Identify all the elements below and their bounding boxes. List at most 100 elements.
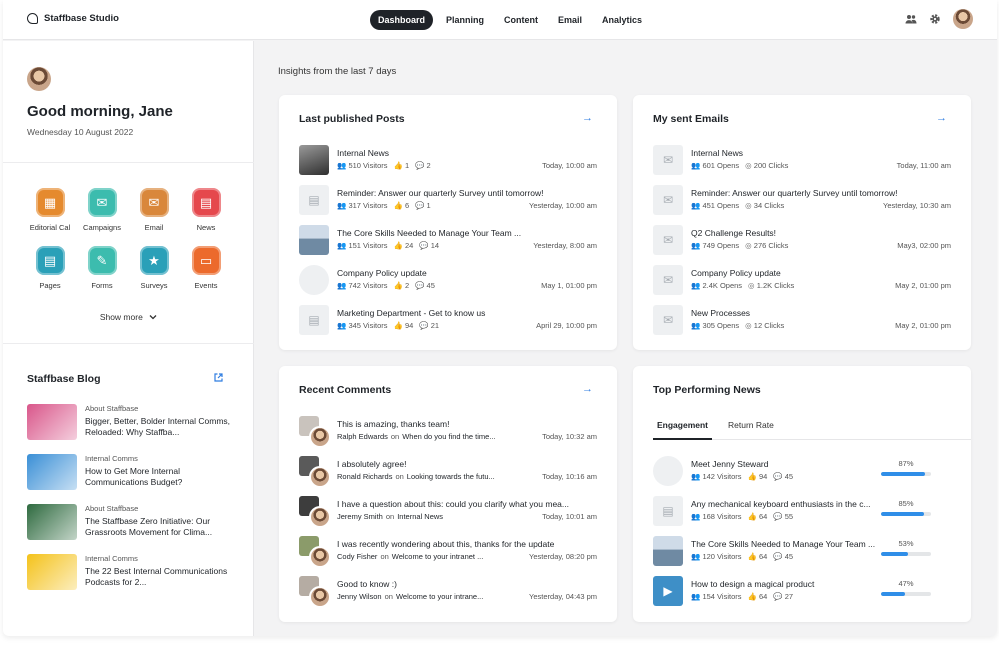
blog-category: Internal Comms <box>85 554 138 563</box>
blog-item[interactable]: About Staffbase Bigger, Better, Bolder I… <box>27 404 237 454</box>
visitors-count: 168 Visitors <box>702 512 742 521</box>
post-time: Yesterday, 10:00 am <box>529 201 597 210</box>
post-row[interactable]: Internal News 👥 510 Visitors 👍 1 💬 2 Tod… <box>299 145 597 185</box>
post-time: April 29, 10:00 pm <box>536 321 597 330</box>
comment-text: I have a question about this: could you … <box>337 499 569 509</box>
news-row[interactable]: ▤ Any mechanical keyboard enthusiasts in… <box>653 496 951 536</box>
nav-content[interactable]: Content <box>497 10 545 30</box>
opens-count: 451 Opens <box>702 201 740 210</box>
arrow-right-icon[interactable]: → <box>582 383 593 395</box>
email-time: May3, 02:00 pm <box>897 241 951 250</box>
post-title: Marketing Department - Get to know us <box>337 308 486 318</box>
blog-item[interactable]: Internal Comms How to Get More Internal … <box>27 454 237 504</box>
app-icon: ▦ <box>35 188 65 217</box>
user-avatar[interactable] <box>953 9 973 29</box>
blog-item-title: How to Get More Internal Communications … <box>85 466 183 487</box>
post-time: May 1, 01:00 pm <box>541 281 597 290</box>
tab-engagement[interactable]: Engagement <box>653 418 713 440</box>
app-icon: ▭ <box>191 246 221 275</box>
nav-analytics[interactable]: Analytics <box>595 10 649 30</box>
app-tile[interactable]: ★ Surveys <box>128 246 180 290</box>
app-tile[interactable]: ✉ Campaigns <box>76 188 128 232</box>
app-tile[interactable]: ✉ Email <box>128 188 180 232</box>
comment-row[interactable]: I have a question about this: could you … <box>299 496 597 536</box>
arrow-right-icon[interactable]: → <box>582 112 593 124</box>
post-thumbnail <box>299 225 329 255</box>
email-row[interactable]: ✉ Internal News 👥 601 Opens ◎ 200 Clicks… <box>653 145 951 185</box>
post-row[interactable]: ▤ Reminder: Answer our quarterly Survey … <box>299 185 597 225</box>
nav-planning[interactable]: Planning <box>439 10 491 30</box>
tab-return-rate[interactable]: Return Rate <box>724 418 778 440</box>
gear-icon[interactable] <box>929 13 941 25</box>
show-more-button[interactable]: Show more <box>3 312 254 322</box>
post-row[interactable]: ▤ Marketing Department - Get to know us … <box>299 305 597 345</box>
app-icon: ★ <box>139 246 169 275</box>
post-stats: 👥 742 Visitors 👍 2 💬 45 <box>337 281 435 290</box>
arrow-right-icon[interactable]: → <box>936 112 947 124</box>
comment-byline: Jeremy Smith on Internal News <box>337 512 443 521</box>
email-title: Company Policy update <box>691 268 781 278</box>
comment-row[interactable]: This is amazing, thanks team! Ralph Edwa… <box>299 416 597 456</box>
visitors-icon: 👥 <box>337 161 347 170</box>
email-row[interactable]: ✉ Reminder: Answer our quarterly Survey … <box>653 185 951 225</box>
blog-item-title: The Staffbase Zero Initiative: Our Grass… <box>85 516 213 537</box>
emails-list: ✉ Internal News 👥 601 Opens ◎ 200 Clicks… <box>653 145 951 345</box>
app-icon: ✉ <box>87 188 117 217</box>
engagement-bar <box>881 472 931 476</box>
click-icon: ◎ <box>745 241 752 250</box>
comment-on: on <box>390 432 400 441</box>
comment-icon: 💬 <box>773 512 783 521</box>
app-tile[interactable]: ▦ Editorial Cal <box>24 188 76 232</box>
envelope-icon: ✉ <box>653 265 683 295</box>
comment-avatars <box>299 536 331 568</box>
blog-item[interactable]: Internal Comms The 22 Best Internal Comm… <box>27 554 237 604</box>
blog-thumbnail <box>27 504 77 540</box>
email-time: Today, 11:00 am <box>896 161 951 170</box>
comment-on: on <box>384 592 393 601</box>
blog-thumbnail <box>27 554 77 590</box>
envelope-icon: ✉ <box>653 145 683 175</box>
external-link-icon[interactable] <box>214 373 223 385</box>
visitors-icon: 👥 <box>691 592 701 601</box>
email-row[interactable]: ✉ Company Policy update 👥 2.4K Opens ◎ 1… <box>653 265 951 305</box>
comment-row[interactable]: Good to know :) Jenny Wilson on Welcome … <box>299 576 597 616</box>
app-tile[interactable]: ▤ Pages <box>24 246 76 290</box>
post-row[interactable]: Company Policy update 👥 742 Visitors 👍 2… <box>299 265 597 305</box>
app-tile[interactable]: ▤ News <box>180 188 232 232</box>
email-row[interactable]: ✉ New Processes 👥 305 Opens ◎ 12 Clicks … <box>653 305 951 345</box>
email-title: Q2 Challenge Results! <box>691 228 777 238</box>
likes-count: 94 <box>758 472 768 481</box>
clicks-count: 1.2K Clicks <box>756 281 795 290</box>
app-tile[interactable]: ▭ Events <box>180 246 232 290</box>
news-row[interactable]: Meet Jenny Steward 👥 142 Visitors 👍 94 💬… <box>653 456 951 496</box>
comment-row[interactable]: I was recently wondering about this, tha… <box>299 536 597 576</box>
nav-dashboard[interactable]: Dashboard <box>370 10 434 30</box>
app-icon: ✉ <box>139 188 169 217</box>
app-label: Pages <box>39 281 61 290</box>
page-placeholder-icon: ▤ <box>653 496 683 526</box>
opens-count: 2.4K Opens <box>702 281 743 290</box>
news-row[interactable]: The Core Skills Needed to Manage Your Te… <box>653 536 951 576</box>
comment-row[interactable]: I absolutely agree! Ronald Richards on L… <box>299 456 597 496</box>
comments-count: 45 <box>426 281 435 290</box>
comment-target: Welcome to your intrane... <box>395 592 484 601</box>
app-tile[interactable]: ✎ Forms <box>76 246 128 290</box>
visitors-count: 120 Visitors <box>702 552 742 561</box>
nav-email[interactable]: Email <box>551 10 589 30</box>
blog-item[interactable]: About Staffbase The Staffbase Zero Initi… <box>27 504 237 554</box>
comment-time: Yesterday, 08:20 pm <box>529 552 597 561</box>
post-row[interactable]: The Core Skills Needed to Manage Your Te… <box>299 225 597 265</box>
news-row[interactable]: ▶ How to design a magical product 👥 154 … <box>653 576 951 616</box>
comment-author: Ralph Edwards <box>337 432 388 441</box>
chevron-down-icon <box>149 312 157 322</box>
email-row[interactable]: ✉ Q2 Challenge Results! 👥 749 Opens ◎ 27… <box>653 225 951 265</box>
like-icon: 👍 <box>747 552 757 561</box>
engagement-percent: 53% <box>898 539 914 548</box>
comment-icon: 💬 <box>419 241 429 250</box>
top-news-list: Meet Jenny Steward 👥 142 Visitors 👍 94 💬… <box>653 456 951 616</box>
users-icon[interactable] <box>905 13 917 25</box>
click-icon: ◎ <box>745 201 752 210</box>
brand-logo[interactable]: Staffbase Studio <box>27 13 119 24</box>
likes-count: 64 <box>758 592 768 601</box>
page-placeholder-icon: ▤ <box>299 185 329 215</box>
